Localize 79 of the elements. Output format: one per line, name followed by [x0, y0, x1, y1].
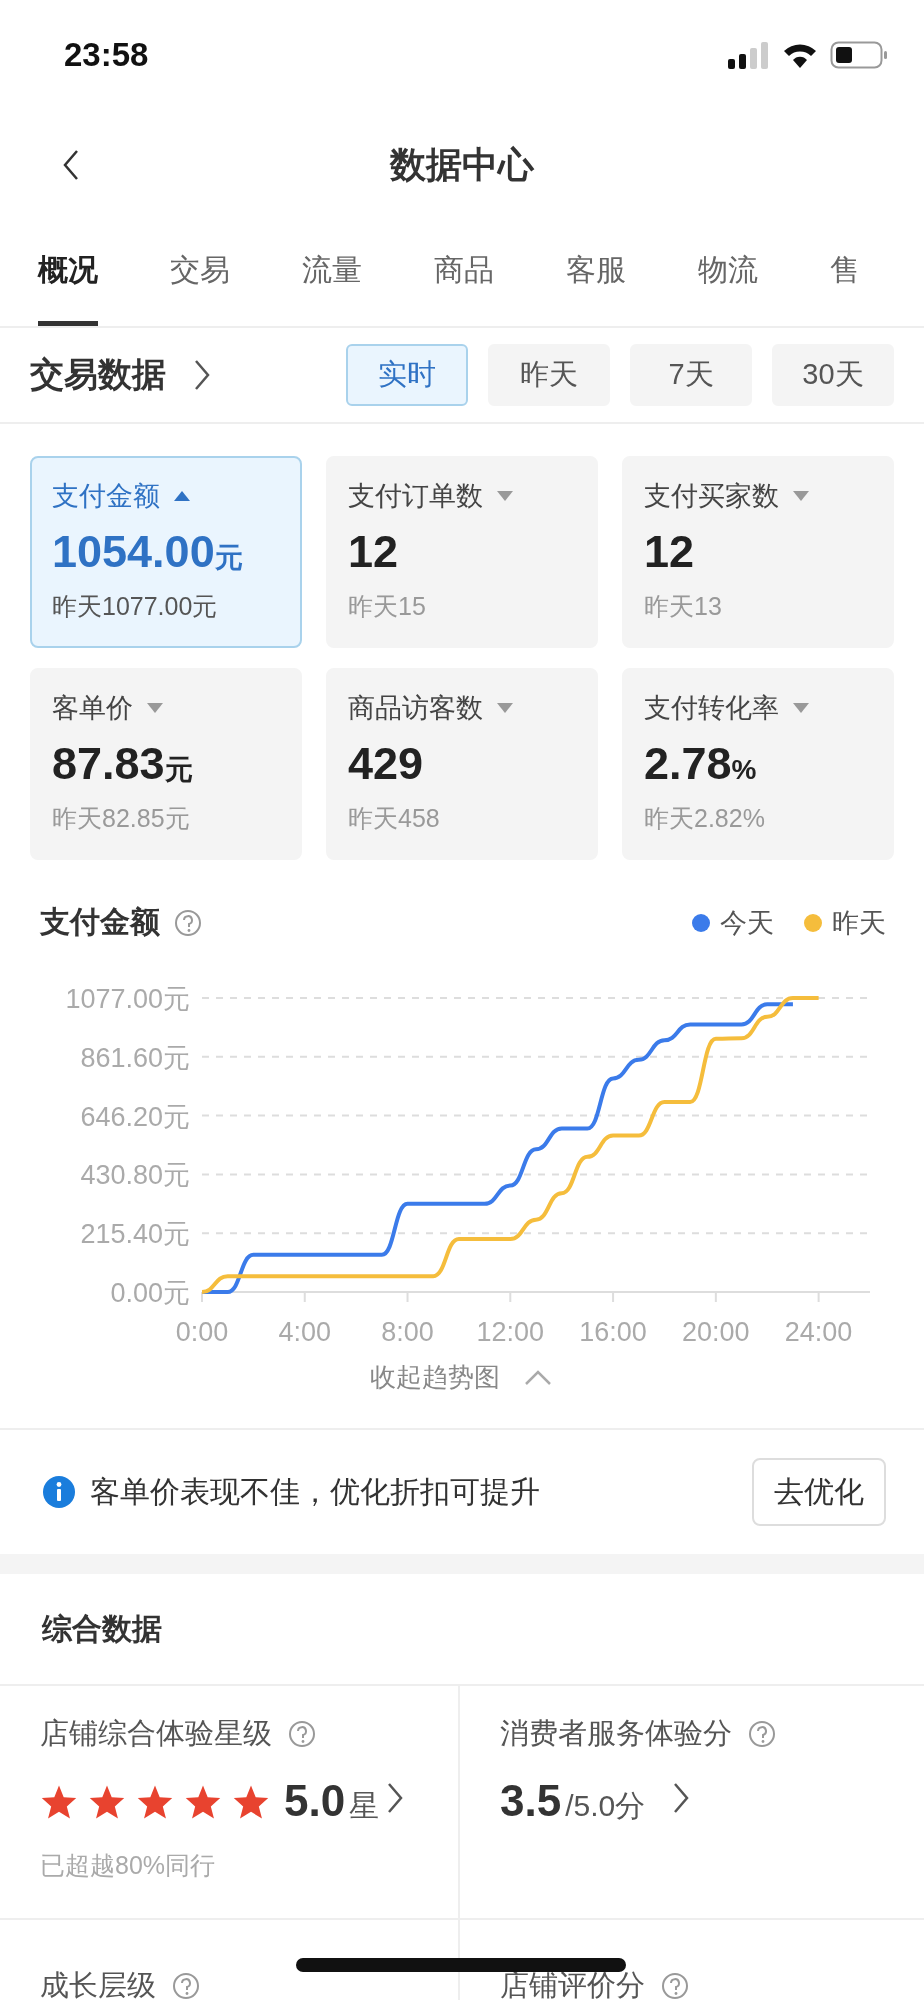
- metric-label: 支付金额: [52, 480, 160, 513]
- metric-card[interactable]: 客单价 87.83元 昨天82.85元: [30, 668, 302, 860]
- tip-text: 客单价表现不佳，优化折扣可提升: [90, 1473, 540, 1510]
- axis-label: 0.00元: [110, 1278, 190, 1308]
- axis-label: 24:00: [784, 1317, 853, 1347]
- signal-icon: [728, 41, 770, 69]
- axis-label: 1077.00元: [65, 984, 190, 1014]
- metric-value: 87.83元: [52, 738, 194, 790]
- period-button[interactable]: 昨天: [488, 344, 610, 406]
- metric-value: 1054.00元: [52, 526, 244, 578]
- metric-value: 429: [348, 738, 425, 790]
- tab[interactable]: 客服: [566, 220, 626, 326]
- help-icon[interactable]: [174, 908, 202, 937]
- legend-item: 昨天: [804, 904, 886, 941]
- triangle-down-icon: [497, 703, 513, 713]
- triangle-down-icon: [793, 491, 809, 501]
- metric-compare: 昨天15: [348, 591, 427, 622]
- axis-label: 215.40元: [80, 1219, 190, 1250]
- status-time: 23:58: [64, 36, 149, 74]
- metric-compare: 昨天458: [348, 803, 441, 834]
- tab[interactable]: 交易: [170, 220, 230, 326]
- legend-item: 今天: [692, 904, 774, 941]
- info-icon: [42, 1475, 76, 1509]
- axis-label: 20:00: [682, 1317, 750, 1347]
- section-title: 综合数据: [42, 1610, 162, 1647]
- optimize-button[interactable]: 去优化: [752, 1458, 886, 1526]
- score-label: 消费者服务体验分: [500, 1716, 732, 1751]
- page-title: 数据中心: [390, 142, 534, 187]
- tab[interactable]: 售: [830, 220, 860, 326]
- metric-compare: 昨天13: [644, 591, 723, 622]
- help-icon[interactable]: [661, 1972, 689, 2000]
- metric-card[interactable]: 支付订单数 12 昨天15: [326, 456, 598, 648]
- metric-value: 2.78%: [644, 738, 758, 790]
- axis-label: 0:00: [175, 1317, 229, 1347]
- axis-label: 4:00: [278, 1317, 332, 1347]
- help-icon[interactable]: [288, 1720, 316, 1748]
- triangle-down-icon: [147, 703, 163, 713]
- triangle-down-icon: [793, 703, 809, 713]
- axis-label: 646.20元: [80, 1101, 190, 1132]
- metric-card[interactable]: 支付买家数 12 昨天13: [622, 456, 894, 648]
- period-button[interactable]: 7天: [630, 344, 752, 406]
- axis-label: 16:00: [579, 1317, 647, 1347]
- chart-title: 支付金额: [40, 904, 160, 940]
- triangle-up-icon: [174, 491, 190, 501]
- score-note: 已超越80%同行: [40, 1850, 217, 1881]
- metric-label: 支付订单数: [348, 480, 483, 513]
- metric-card[interactable]: 商品访客数 429 昨天458: [326, 668, 598, 860]
- score-label: 店铺评价分: [500, 1968, 645, 2000]
- tab[interactable]: 概况: [38, 220, 98, 326]
- metric-label: 支付转化率: [644, 692, 779, 725]
- score-link[interactable]: 5.0星: [40, 1776, 408, 1827]
- tab[interactable]: 物流: [698, 220, 758, 326]
- metric-label: 商品访客数: [348, 692, 483, 725]
- metric-value: 12: [348, 526, 400, 578]
- battery-icon: [830, 41, 888, 69]
- tab[interactable]: 流量: [302, 220, 362, 326]
- metric-card[interactable]: 支付转化率 2.78% 昨天2.82%: [622, 668, 894, 860]
- axis-label: 12:00: [476, 1317, 545, 1347]
- period-button[interactable]: 30天: [772, 344, 894, 406]
- axis-label: 861.60元: [80, 1042, 190, 1073]
- score-label: 店铺综合体验星级: [40, 1716, 272, 1751]
- period-button[interactable]: 实时: [346, 344, 468, 406]
- metric-label: 支付买家数: [644, 480, 779, 513]
- metric-label: 客单价: [52, 692, 133, 725]
- help-icon[interactable]: [172, 1972, 200, 2000]
- axis-label: 430.80元: [80, 1160, 190, 1191]
- score-link[interactable]: 3.5/5.0分: [500, 1776, 694, 1827]
- section-link[interactable]: 交易数据: [30, 352, 214, 398]
- collapse-button[interactable]: 收起趋势图: [364, 1359, 560, 1396]
- metric-compare: 昨天2.82%: [644, 803, 766, 834]
- axis-label: 8:00: [381, 1317, 434, 1347]
- metric-value: 12: [644, 526, 696, 578]
- help-icon[interactable]: [748, 1720, 776, 1748]
- metric-compare: 昨天1077.00元: [52, 591, 219, 622]
- score-label: 成长层级: [40, 1968, 156, 2000]
- triangle-down-icon: [497, 491, 513, 501]
- tab[interactable]: 商品: [434, 220, 494, 326]
- metric-compare: 昨天82.85元: [52, 803, 191, 834]
- metric-card[interactable]: 支付金额 1054.00元 昨天1077.00元: [30, 456, 302, 648]
